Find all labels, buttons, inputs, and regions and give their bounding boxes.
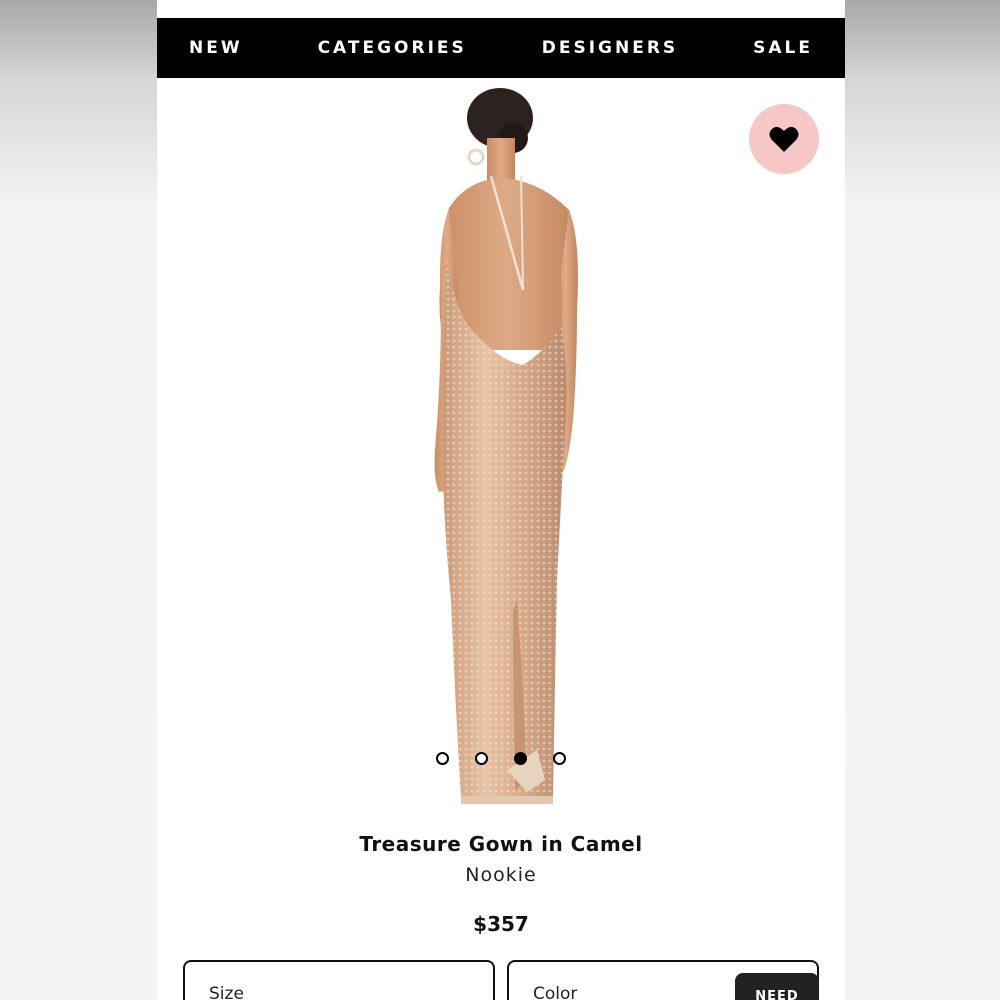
color-select-label: Color [533,984,578,1000]
product-price: $357 [473,912,529,936]
carousel-dot-1[interactable] [436,752,449,765]
carousel-dot-2[interactable] [475,752,488,765]
carousel-dot-3[interactable] [514,752,527,765]
product-designer[interactable]: Nookie [157,864,845,886]
background-left [0,0,157,1000]
carousel-dot-4[interactable] [553,752,566,765]
carousel-indicators [157,752,845,768]
dress-photo [434,88,578,804]
background-right [845,0,1000,1000]
nav-item-sale[interactable]: SALE [753,38,813,58]
product-image[interactable] [157,80,845,820]
phone-screen: NEW CATEGORIES DESIGNERS SALE Treasure G… [157,0,845,1000]
heart-icon [769,126,799,152]
need-help-button[interactable]: NEED [735,973,819,1000]
product-title: Treasure Gown in Camel [359,832,643,856]
favorite-button[interactable] [749,104,819,174]
top-nav: NEW CATEGORIES DESIGNERS SALE [157,18,845,78]
nav-item-categories[interactable]: CATEGORIES [318,38,467,58]
size-select-label: Size [209,984,244,1000]
size-select[interactable]: Size [183,960,495,1000]
nav-item-designers[interactable]: DESIGNERS [542,38,678,58]
nav-item-new[interactable]: NEW [189,38,243,58]
